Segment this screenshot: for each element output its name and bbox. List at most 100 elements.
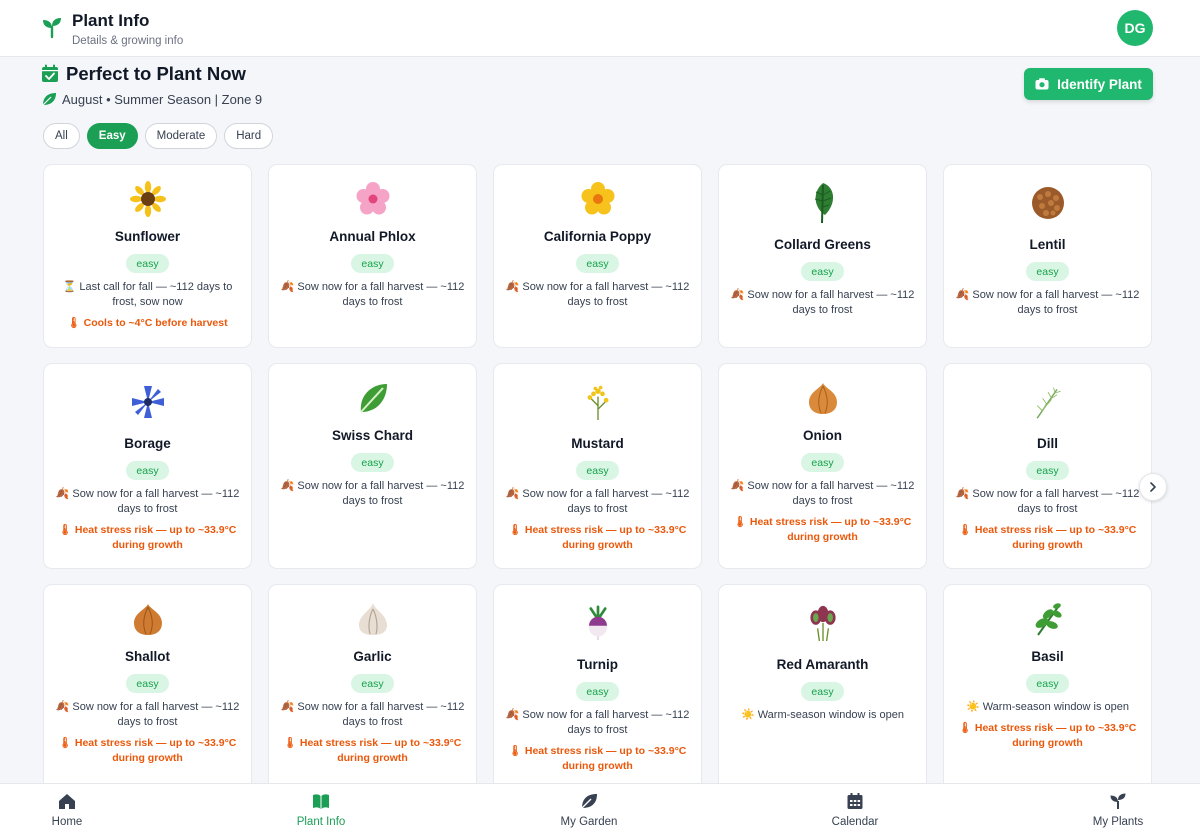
identify-plant-label: Identify Plant — [1057, 76, 1142, 92]
climate-warning: 🌡 Heat stress risk — up to ~33.9°C durin… — [958, 722, 1137, 749]
plant-name: Red Amaranth — [776, 657, 869, 672]
plant-name: Garlic — [353, 649, 392, 664]
scroll-next-button[interactable] — [1139, 473, 1167, 501]
lentil-icon — [1028, 179, 1068, 227]
plant-card-onion[interactable]: Onion easy 🍂 Sow now for a fall harvest … — [718, 363, 927, 569]
app-header: Plant Info Details & growing info DG — [0, 0, 1200, 57]
amaranth-icon — [803, 599, 843, 647]
plant-name: Dill — [1036, 436, 1058, 451]
plant-card-basil[interactable]: Basil easy ☀️ Warm-season window is open… — [943, 584, 1152, 794]
app-title: Plant Info — [72, 11, 150, 30]
plant-name: Swiss Chard — [331, 428, 414, 443]
dill-icon — [1028, 378, 1068, 426]
sprout-logo-icon — [43, 18, 61, 39]
onion-icon — [803, 378, 843, 418]
nav-item-home[interactable]: Home — [22, 792, 112, 828]
planting-note: 🍂 Sow now for a fall harvest — ~112 days… — [955, 488, 1140, 515]
mustard-icon — [578, 378, 618, 426]
planting-note: ⏳ Last call for fall — ~112 days to fros… — [62, 281, 233, 308]
plant-name: Onion — [803, 428, 842, 443]
filter-chip-all[interactable]: All — [43, 123, 80, 149]
phlox-icon — [353, 179, 393, 219]
planting-note: 🍂 Sow now for a fall harvest — ~112 days… — [280, 701, 465, 728]
difficulty-badge: easy — [801, 453, 844, 472]
plant-card-swiss-chard[interactable]: Swiss Chard easy 🍂 Sow now for a fall ha… — [268, 363, 477, 569]
plant-card-lentil[interactable]: Lentil easy 🍂 Sow now for a fall harvest… — [943, 164, 1152, 348]
book-icon — [313, 794, 329, 809]
nav-item-my-garden[interactable]: My Garden — [544, 792, 634, 828]
home-icon — [59, 794, 75, 809]
climate-warning: 🌡 Heat stress risk — up to ~33.9°C durin… — [508, 745, 687, 772]
plant-name: Shallot — [124, 649, 170, 664]
climate-warning: 🌡 Heat stress risk — up to ~33.9°C durin… — [283, 737, 462, 764]
plant-card-shallot[interactable]: Shallot easy 🍂 Sow now for a fall harves… — [43, 584, 252, 794]
plant-name: Sunflower — [114, 229, 181, 244]
camera-icon — [1035, 78, 1049, 90]
plant-card-red-amaranth[interactable]: Red Amaranth easy ☀️ Warm-season window … — [718, 584, 927, 794]
user-avatar[interactable]: DG — [1117, 10, 1153, 46]
difficulty-badge: easy — [576, 461, 619, 480]
section-subtitle: August • Summer Season | Zone 9 — [62, 92, 263, 107]
bottom-navigation: Home Plant Info My Garden Calendar My Pl… — [0, 783, 1200, 840]
planting-note: 🍂 Sow now for a fall harvest — ~112 days… — [505, 488, 690, 515]
planting-note: 🍂 Sow now for a fall harvest — ~112 days… — [505, 709, 690, 736]
plant-name: Lentil — [1029, 237, 1066, 252]
nav-label: Plant Info — [296, 816, 346, 828]
climate-warning: 🌡 Heat stress risk — up to ~33.9°C durin… — [58, 524, 237, 551]
climate-warning: 🌡 Heat stress risk — up to ~33.9°C durin… — [733, 516, 912, 543]
nav-item-my-plants[interactable]: My Plants — [1073, 792, 1163, 828]
filter-chip-hard[interactable]: Hard — [224, 123, 274, 149]
sunflower-icon — [128, 179, 168, 219]
sprout-icon — [1110, 793, 1126, 809]
planting-note: ☀️ Warm-season window is open — [740, 709, 905, 721]
plant-card-turnip[interactable]: Turnip easy 🍂 Sow now for a fall harvest… — [493, 584, 702, 794]
poppy-icon — [578, 179, 618, 219]
plant-name: Basil — [1031, 649, 1064, 664]
plant-card-collard-greens[interactable]: Collard Greens easy 🍂 Sow now for a fall… — [718, 164, 927, 348]
nav-item-plant-info[interactable]: Plant Info — [276, 792, 366, 828]
difficulty-badge: easy — [1026, 262, 1069, 281]
difficulty-badge: easy — [126, 674, 169, 693]
calendar-check-icon — [42, 64, 58, 82]
collard-icon — [803, 179, 843, 227]
nav-label: My Garden — [560, 816, 618, 828]
planting-note: 🍂 Sow now for a fall harvest — ~112 days… — [955, 289, 1140, 316]
planting-note: 🍂 Sow now for a fall harvest — ~112 days… — [280, 480, 465, 507]
nav-label: My Plants — [1092, 816, 1144, 828]
plant-card-annual-phlox[interactable]: Annual Phlox easy 🍂 Sow now for a fall h… — [268, 164, 477, 348]
nav-item-calendar[interactable]: Calendar — [810, 792, 900, 828]
plant-card-mustard[interactable]: Mustard easy 🍂 Sow now for a fall harves… — [493, 363, 702, 569]
plant-name: Annual Phlox — [329, 229, 416, 244]
difficulty-badge: easy — [801, 262, 844, 281]
plant-name: Collard Greens — [774, 237, 871, 252]
plant-card-borage[interactable]: Borage easy 🍂 Sow now for a fall harvest… — [43, 363, 252, 569]
climate-warning: 🌡 Cools to ~4°C before harvest — [67, 317, 228, 329]
difficulty-badge: easy — [126, 254, 169, 273]
chard-icon — [353, 378, 393, 418]
section-title: Perfect to Plant Now — [66, 63, 246, 84]
difficulty-badge: easy — [801, 682, 844, 701]
turnip-icon — [578, 599, 618, 647]
identify-plant-button[interactable]: Identify Plant — [1024, 68, 1153, 100]
filter-chip-easy[interactable]: Easy — [86, 123, 138, 149]
filter-chip-moderate[interactable]: Moderate — [144, 123, 218, 149]
planting-note: 🍂 Sow now for a fall harvest — ~112 days… — [280, 281, 465, 308]
plant-card-garlic[interactable]: Garlic easy 🍂 Sow now for a fall harvest… — [268, 584, 477, 794]
planting-note: 🍂 Sow now for a fall harvest — ~112 days… — [55, 701, 240, 728]
plant-card-sunflower[interactable]: Sunflower easy ⏳ Last call for fall — ~1… — [43, 164, 252, 348]
difficulty-badge: easy — [351, 674, 394, 693]
difficulty-badge: easy — [1026, 461, 1069, 480]
nav-label: Home — [51, 816, 83, 828]
difficulty-badge: easy — [576, 682, 619, 701]
difficulty-badge: easy — [576, 254, 619, 273]
plant-card-dill[interactable]: Dill easy 🍂 Sow now for a fall harvest —… — [943, 363, 1152, 569]
leaf-icon — [42, 93, 56, 106]
planting-note: ☀️ Warm-season window is open — [965, 701, 1130, 713]
plant-name: Borage — [124, 436, 171, 451]
plant-name: California Poppy — [543, 229, 652, 244]
plant-card-california-poppy[interactable]: California Poppy easy 🍂 Sow now for a fa… — [493, 164, 702, 348]
planting-note: 🍂 Sow now for a fall harvest — ~112 days… — [505, 281, 690, 308]
climate-warning: 🌡 Heat stress risk — up to ~33.9°C durin… — [508, 524, 687, 551]
difficulty-badge: easy — [351, 453, 394, 472]
leaf-icon — [581, 794, 597, 809]
